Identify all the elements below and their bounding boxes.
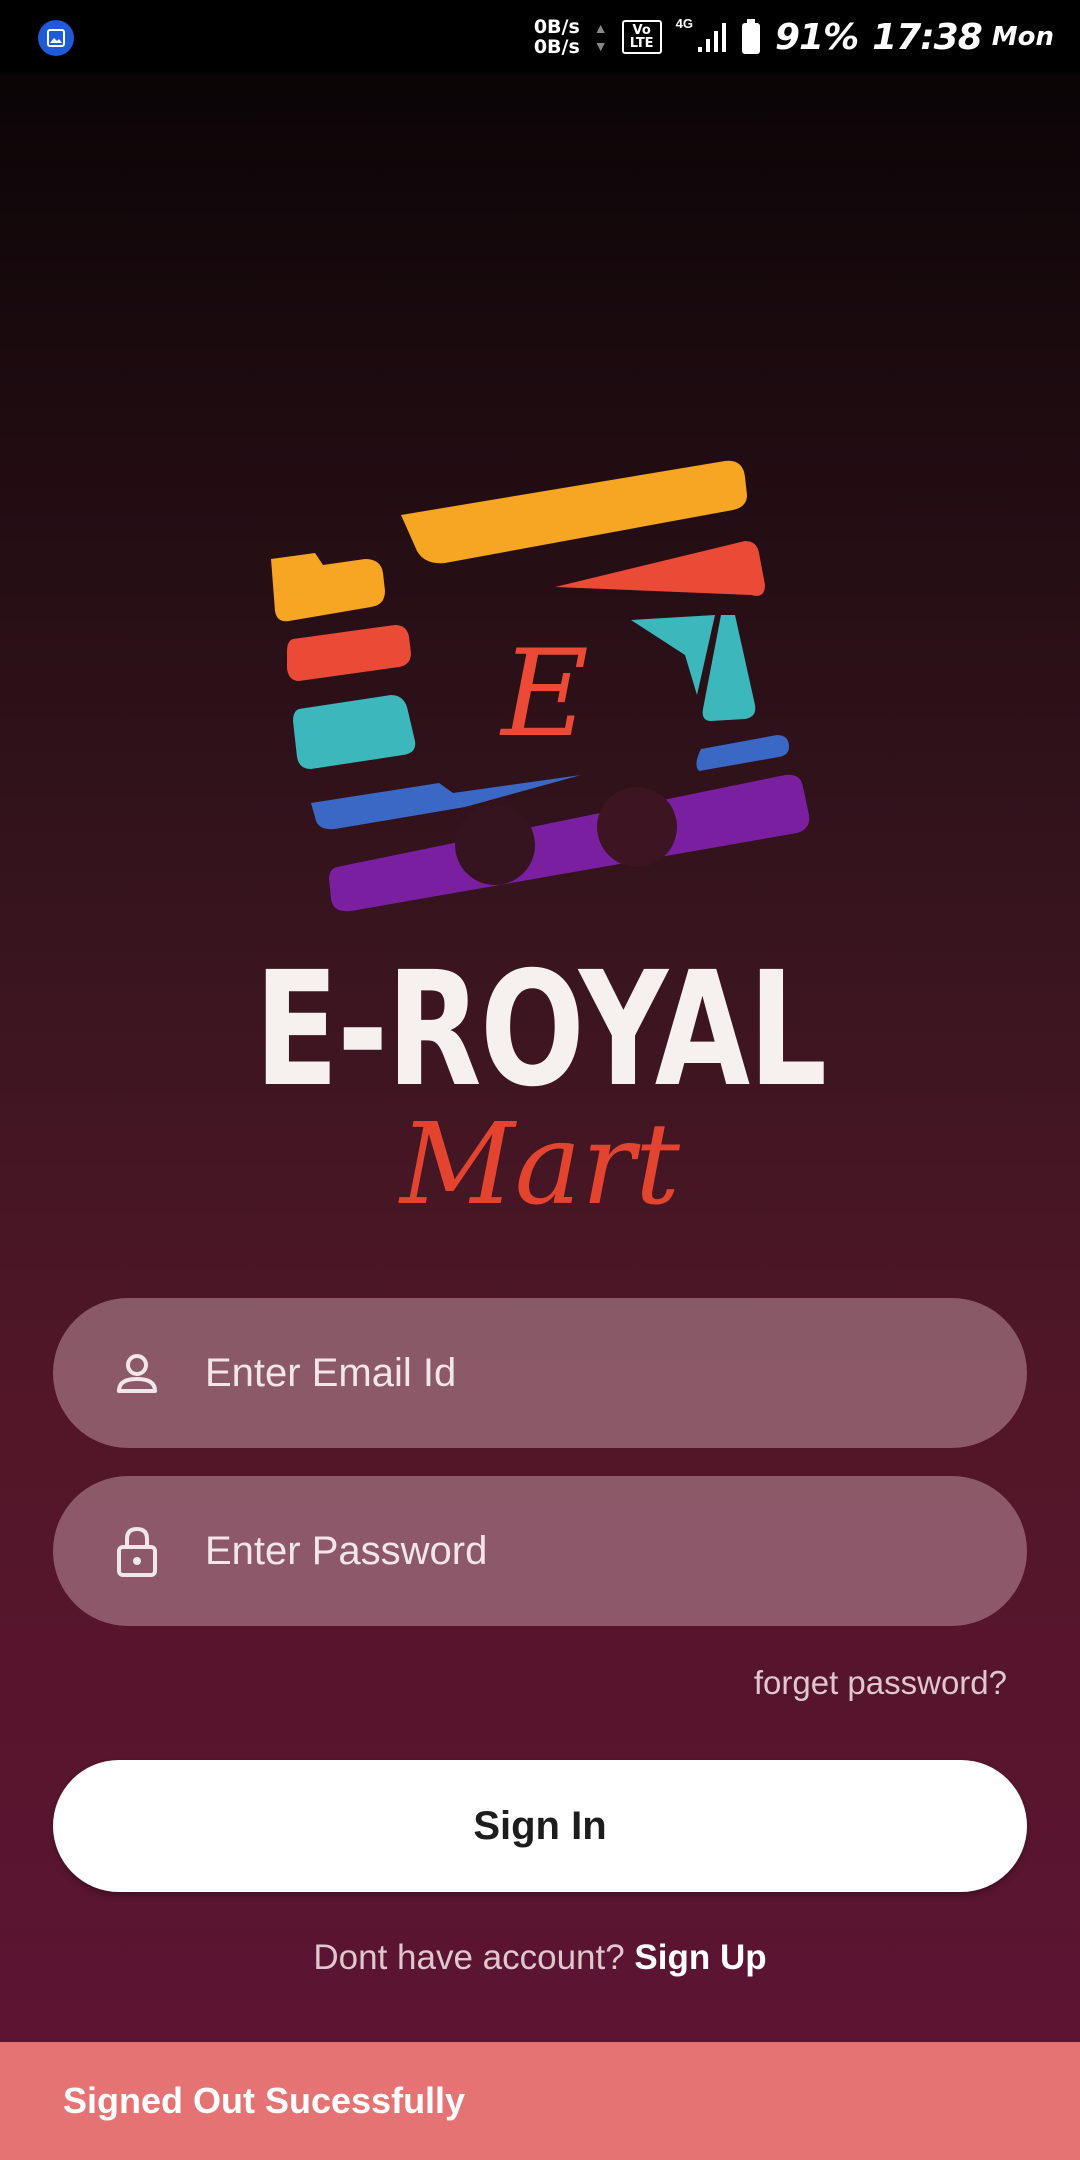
volte-icon: Vo LTE	[621, 20, 662, 54]
email-input[interactable]	[203, 1349, 1027, 1397]
brand-subtitle: Mart	[400, 1100, 680, 1230]
day-label: Mon	[991, 22, 1054, 52]
user-icon	[109, 1345, 165, 1401]
signup-prompt: Dont have account?	[313, 1938, 625, 1977]
sign-in-button[interactable]: Sign In	[53, 1760, 1027, 1892]
snackbar-message: Signed Out Sucessfully	[63, 2080, 466, 2121]
password-field[interactable]	[53, 1476, 1027, 1626]
password-input[interactable]	[203, 1527, 1027, 1575]
email-field[interactable]	[53, 1298, 1027, 1448]
snackbar: Signed Out Sucessfully	[0, 2042, 1080, 2160]
network-arrows-icon: ▲ ▼	[593, 20, 608, 54]
upload-speed: 0B/s	[533, 16, 580, 38]
battery-icon	[741, 19, 760, 54]
status-bar: 0B/s 0B/s ▲ ▼ Vo LTE 4G 91% 17:38 Mon	[0, 0, 1080, 74]
logo-letter: E	[499, 625, 589, 764]
battery-percent: 91%	[774, 16, 859, 58]
brand-name: E-ROYAL	[254, 938, 827, 1122]
network-type: 4G	[675, 15, 693, 31]
gallery-notification-icon	[38, 20, 74, 56]
sign-up-link[interactable]: Sign Up	[634, 1938, 766, 1977]
clock: 17:38	[872, 16, 983, 58]
lock-icon	[109, 1523, 165, 1579]
signal-icon	[697, 23, 726, 52]
shopping-cart-logo: E	[271, 460, 810, 912]
download-speed: 0B/s	[533, 36, 580, 58]
status-indicators: 0B/s 0B/s ▲ ▼ Vo LTE 4G 91% 17:38 Mon	[534, 0, 1054, 74]
forget-password-link[interactable]: forget password?	[754, 1664, 1007, 1702]
signup-row: Dont have account? Sign Up	[0, 1938, 1080, 1978]
network-speed: 0B/s 0B/s	[534, 17, 580, 57]
